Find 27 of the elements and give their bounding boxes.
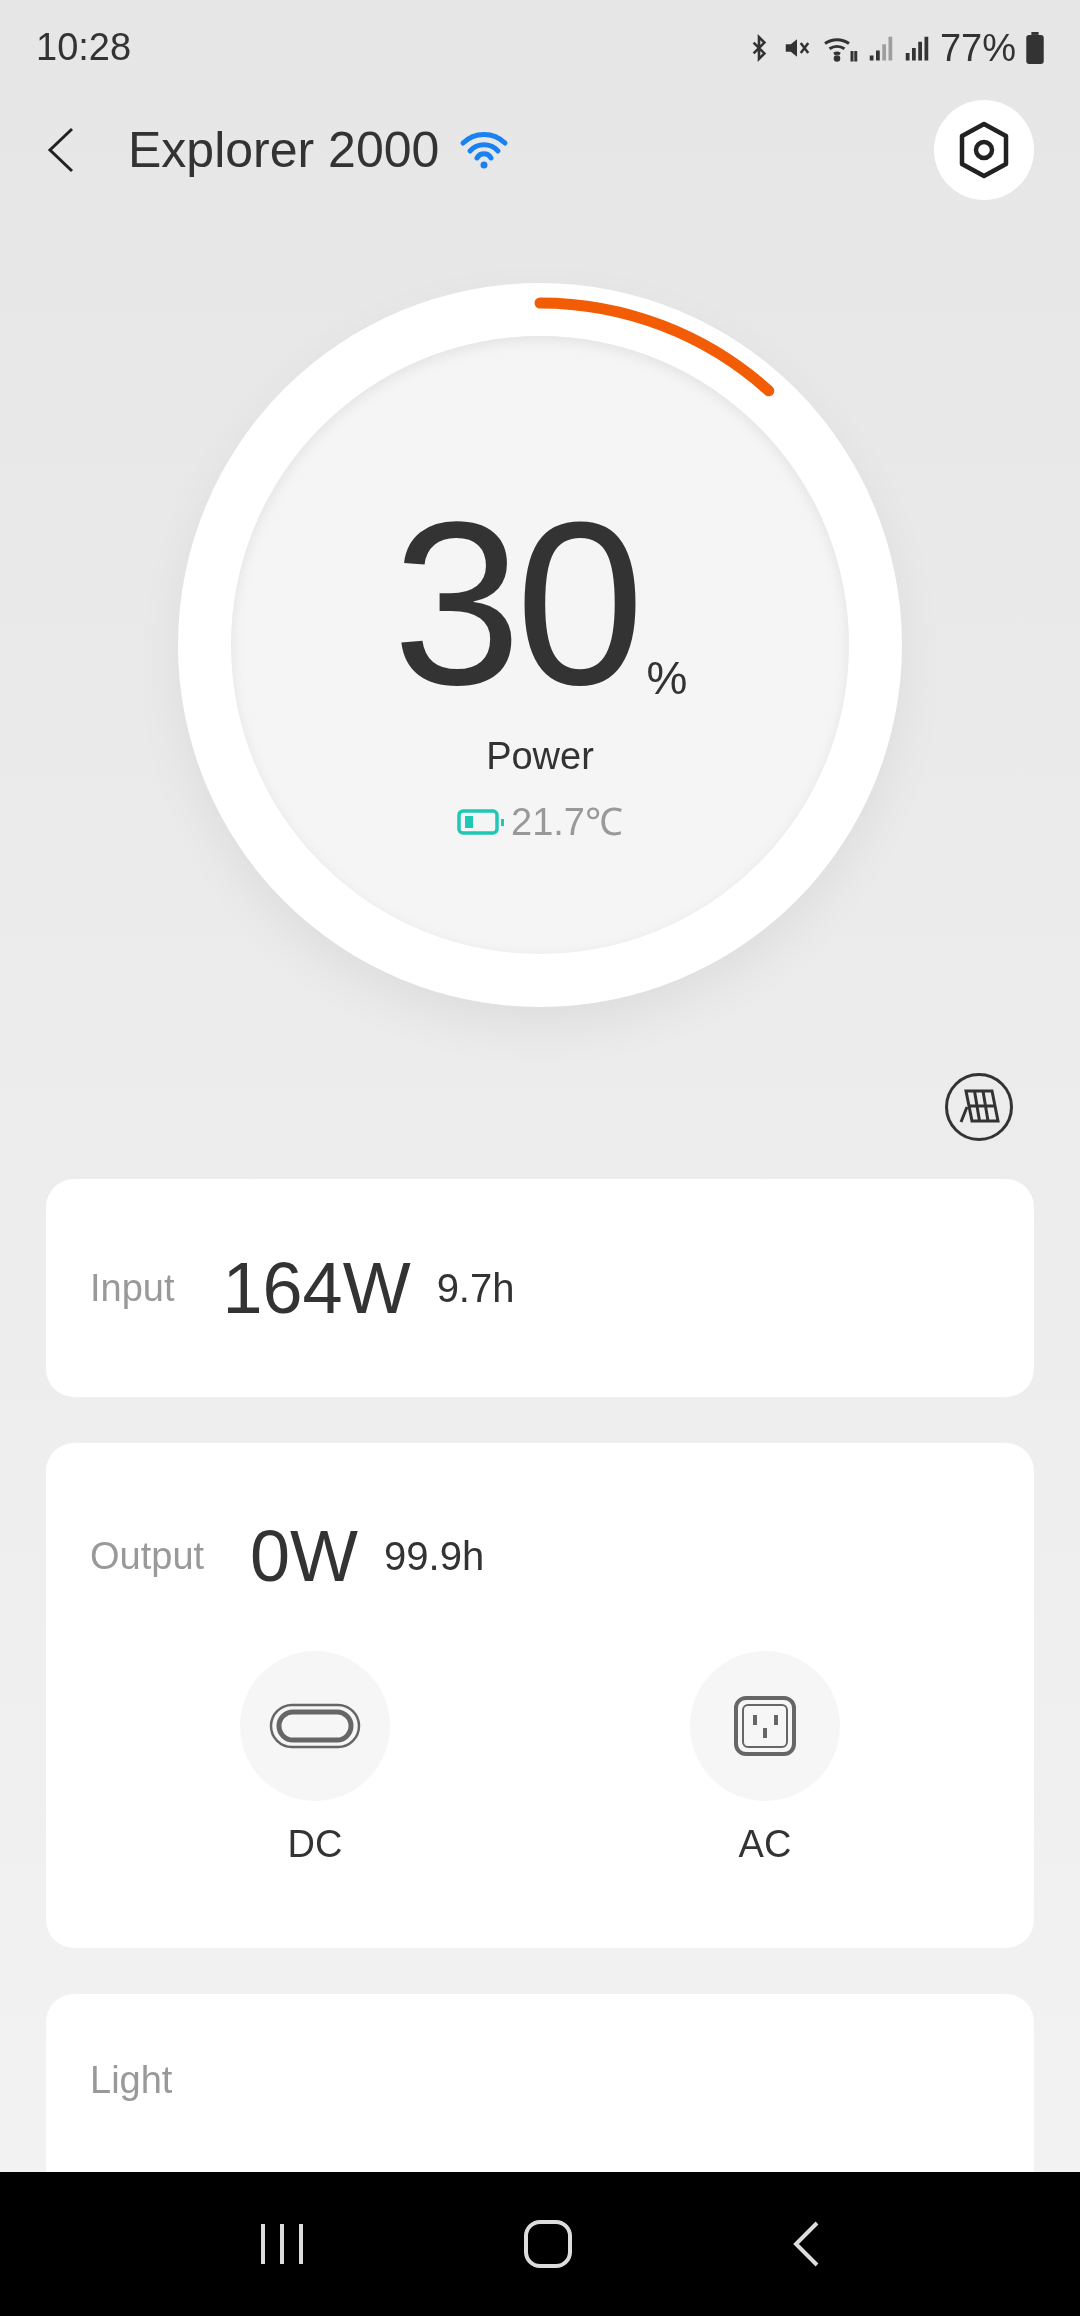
back-icon[interactable] xyxy=(791,2220,821,2268)
usb-c-port-icon xyxy=(269,1703,361,1749)
back-icon[interactable] xyxy=(46,127,76,173)
input-power: 164W xyxy=(222,1247,411,1330)
temperature-reading: 21.7℃ xyxy=(511,802,623,841)
output-power: 0W xyxy=(250,1515,359,1598)
output-label: Output xyxy=(90,1533,205,1579)
port-label: AC xyxy=(738,1825,792,1863)
light-label: Light xyxy=(90,2059,173,2101)
device-title: Explorer 2000 xyxy=(128,120,440,180)
input-runtime: 9.7h xyxy=(436,1265,515,1312)
port-label: DC xyxy=(287,1825,343,1863)
solar-panel-icon xyxy=(958,1089,1000,1125)
charge-unit: % xyxy=(646,654,688,701)
battery-icon xyxy=(1026,31,1044,64)
output-runtime: 99.9h xyxy=(384,1533,485,1580)
ac-outlet-icon xyxy=(734,1696,796,1756)
charge-value: 30 xyxy=(392,511,639,697)
battery-percent: 77% xyxy=(939,28,1016,67)
status-time: 10:28 xyxy=(36,25,132,70)
input-label: Input xyxy=(90,1265,175,1311)
battery-icon xyxy=(457,808,505,835)
power-label: Power xyxy=(486,736,594,775)
solar-panel-button[interactable] xyxy=(945,1073,1013,1141)
home-icon[interactable] xyxy=(523,2219,573,2269)
wifi-icon xyxy=(459,130,510,170)
recent-apps-icon[interactable] xyxy=(259,2222,305,2266)
